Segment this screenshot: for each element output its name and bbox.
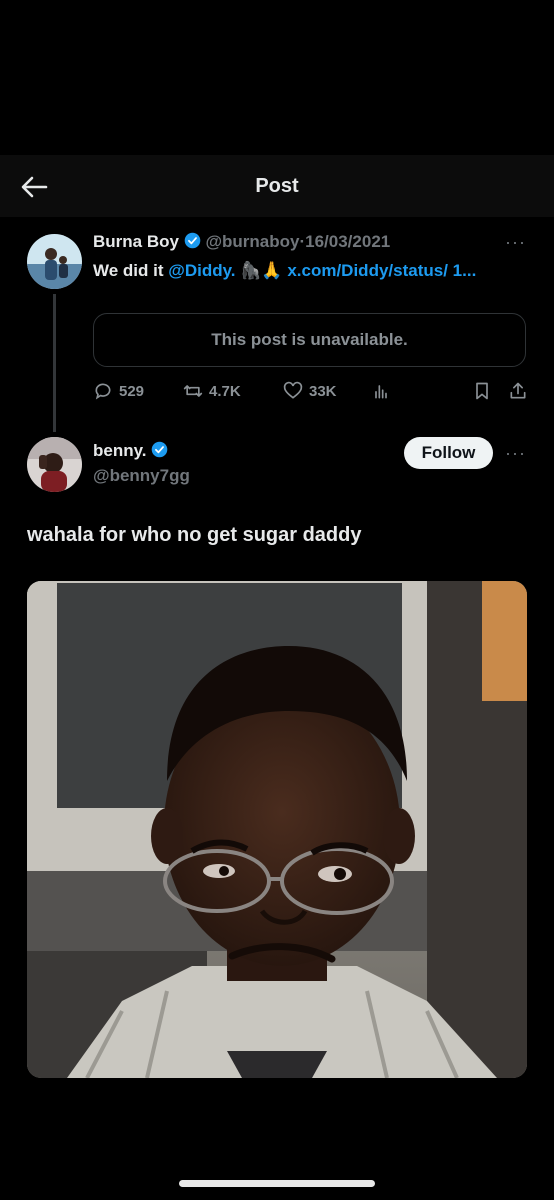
views-button[interactable] (371, 381, 451, 401)
url-link-continuation[interactable]: 1... (453, 261, 477, 280)
avatar[interactable] (27, 234, 82, 289)
mention-link[interactable]: @Diddy. (168, 261, 235, 280)
post-text-prefix: We did it (93, 261, 169, 280)
author-name[interactable]: benny. (93, 441, 147, 460)
like-button[interactable]: 33K (283, 381, 371, 401)
page-title: Post (255, 175, 299, 197)
repost-icon (183, 385, 203, 397)
share-icon (510, 382, 526, 399)
bookmark-icon (476, 382, 488, 400)
analytics-icon (375, 385, 387, 399)
avatar[interactable] (27, 437, 82, 492)
reply-author-row: benny. (93, 441, 168, 461)
post-text: We did it @Diddy. 🦍🙏 x.com/Diddy/status/… (93, 258, 533, 283)
unavailable-card: This post is unavailable. (93, 313, 526, 367)
more-options-icon[interactable]: ··· (505, 443, 526, 464)
author-handle[interactable]: @burnaboy (205, 232, 299, 251)
post-media-image[interactable] (27, 581, 527, 1078)
home-indicator (179, 1180, 375, 1187)
verified-badge-icon (184, 232, 200, 249)
bookmark-button[interactable] (472, 381, 492, 401)
url-link[interactable]: x.com/Diddy/status/ (287, 261, 448, 280)
follow-button[interactable]: Follow (404, 437, 493, 469)
action-bar: 529 4.7K 33K (93, 378, 528, 404)
more-options-icon[interactable]: ··· (505, 232, 526, 253)
top-bar: Post (0, 155, 554, 217)
avatar-image (27, 437, 82, 492)
post-text: wahala for who no get sugar daddy (27, 524, 362, 546)
post-date[interactable]: 16/03/2021 (305, 232, 390, 251)
share-button[interactable] (508, 381, 528, 401)
repost-button[interactable]: 4.7K (183, 381, 283, 401)
meme-photo (27, 581, 527, 1078)
reply-count: 529 (119, 382, 145, 400)
verified-badge-icon (151, 441, 168, 458)
reply-icon (95, 383, 111, 400)
post-header: Burna Boy @burnaboy·16/03/2021 (93, 232, 390, 252)
author-handle[interactable]: @benny7gg (93, 466, 190, 486)
heart-icon (283, 381, 303, 399)
repost-count: 4.7K (209, 382, 241, 400)
reply-button[interactable]: 529 (93, 381, 183, 401)
author-name[interactable]: Burna Boy (93, 232, 179, 251)
like-count: 33K (309, 382, 337, 400)
emoji-text: 🦍🙏 (240, 261, 283, 280)
thread-line (53, 294, 56, 432)
avatar-image (27, 234, 82, 289)
unavailable-text: This post is unavailable. (211, 330, 408, 349)
